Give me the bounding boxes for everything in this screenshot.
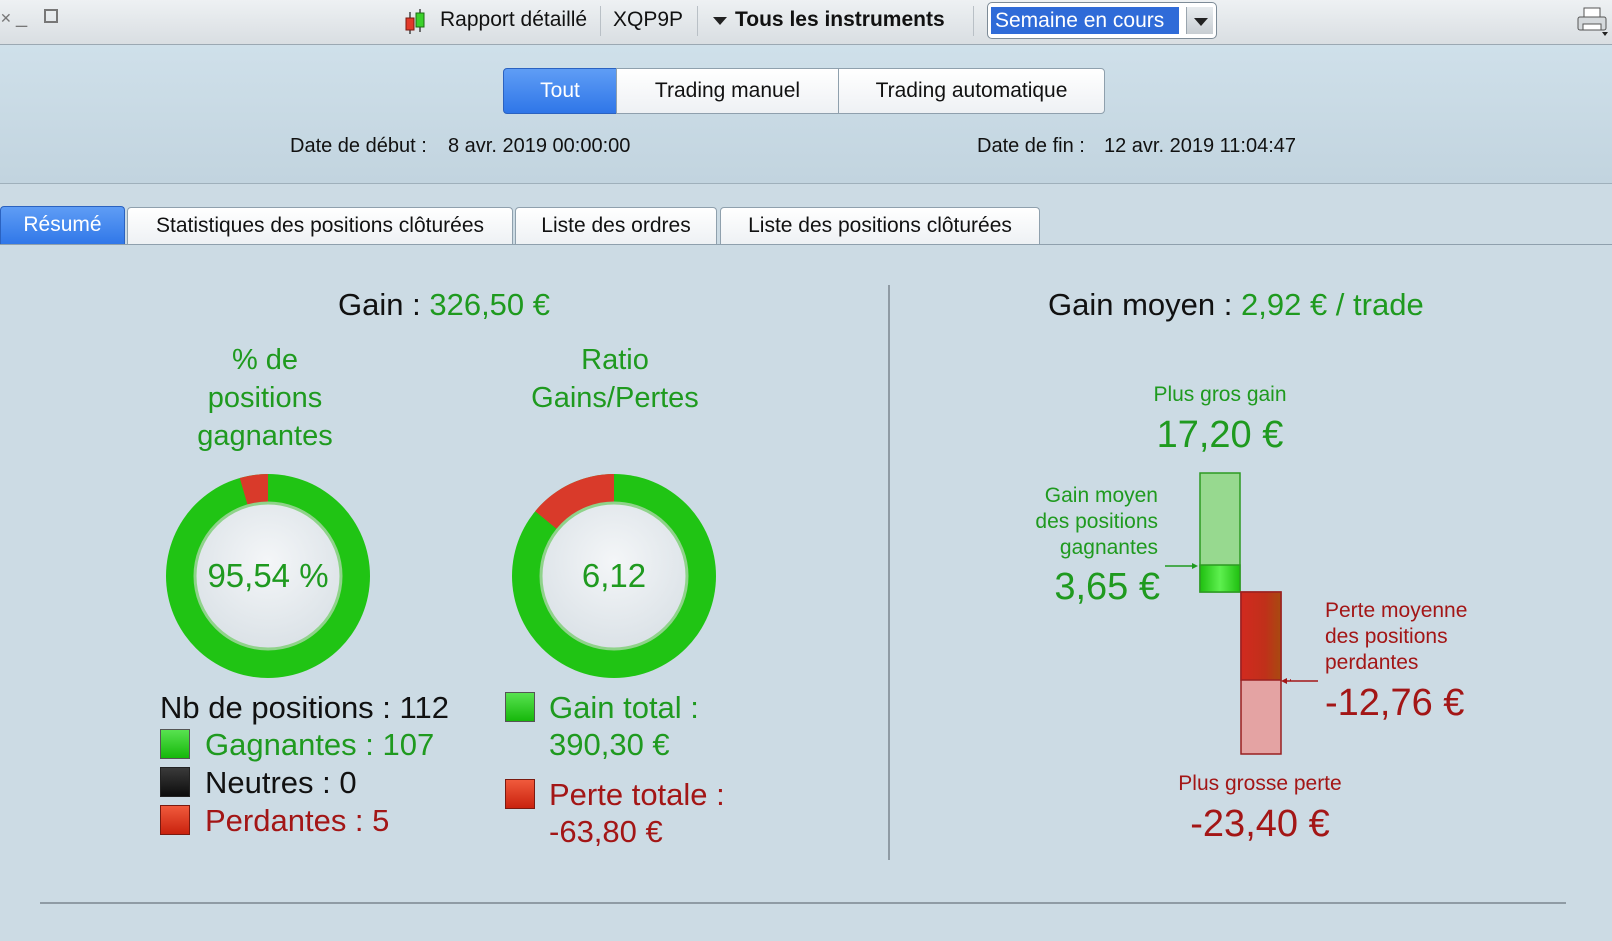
tab-closed-position-list[interactable]: Liste des positions clôturées bbox=[720, 207, 1040, 244]
avg-win-bar bbox=[1199, 564, 1241, 593]
tab-all[interactable]: Tout bbox=[503, 68, 617, 114]
biggest-loss-value: -23,40 € bbox=[1190, 803, 1330, 845]
biggest-gain-label: Plus gros gain bbox=[1153, 383, 1287, 406]
period-select[interactable]: Semaine en cours bbox=[987, 2, 1217, 39]
total-loss-label: Perte totale : bbox=[549, 777, 725, 812]
maximize-icon[interactable] bbox=[44, 9, 58, 23]
avg-loss-arrow-icon bbox=[1281, 678, 1318, 684]
avg-gain-value: 2,92 € / trade bbox=[1241, 287, 1424, 322]
neutral-swatch bbox=[160, 767, 190, 797]
avg-win-line1: Gain moyen bbox=[1044, 484, 1158, 507]
winrate-title-line2: positions bbox=[207, 382, 323, 414]
gain-loss-range-chart bbox=[1165, 472, 1291, 755]
avg-win-label: Gain moyen des positions gagnantes bbox=[990, 483, 1158, 561]
tab-closed-position-stats[interactable]: Statistiques des positions clôturées bbox=[127, 207, 513, 244]
avg-win-line3: gagnantes bbox=[1059, 536, 1158, 559]
period-value: Semaine en cours bbox=[991, 7, 1179, 34]
tab-manual-trading[interactable]: Trading manuel bbox=[616, 68, 839, 114]
losers-count: Perdantes : 5 bbox=[205, 803, 390, 838]
candlestick-icon bbox=[404, 8, 426, 36]
gain-value: 326,50 € bbox=[429, 287, 551, 322]
total-gain-label: Gain total : bbox=[549, 690, 699, 725]
report-button[interactable]: Rapport détaillé bbox=[440, 8, 587, 32]
avg-loss-label: Perte moyenne des positions perdantes bbox=[1325, 598, 1525, 676]
tab-automatic-trading[interactable]: Trading automatique bbox=[838, 68, 1105, 114]
chevron-down-icon[interactable] bbox=[1186, 7, 1213, 34]
avg-loss-line3: perdantes bbox=[1325, 651, 1419, 674]
avg-loss-line2: des positions bbox=[1325, 625, 1448, 648]
total-gain-value: 390,30 € bbox=[549, 727, 670, 762]
avg-gain-line: Gain moyen : 2,92 € / trade bbox=[1048, 287, 1424, 323]
winrate-value: 95,54 % bbox=[207, 557, 329, 594]
avg-gain-label: Gain moyen : bbox=[1048, 287, 1233, 322]
ratio-donut: 6,12 bbox=[511, 473, 717, 679]
instruments-dropdown[interactable]: Tous les instruments bbox=[735, 8, 945, 32]
losers-swatch bbox=[160, 805, 190, 835]
start-date-label: Date de début : bbox=[290, 135, 427, 157]
print-icon[interactable] bbox=[1576, 6, 1610, 38]
ratio-title: Ratio Gains/Pertes bbox=[500, 341, 730, 417]
neutral-count: Neutres : 0 bbox=[205, 765, 357, 800]
avg-win-value: 3,65 € bbox=[1054, 566, 1160, 608]
avg-loss-value: -12,76 € bbox=[1325, 682, 1465, 724]
gain-label: Gain : bbox=[338, 287, 421, 322]
winrate-title-line1: % de bbox=[231, 344, 299, 376]
total-loss-swatch bbox=[505, 779, 535, 809]
ratio-value: 6,12 bbox=[581, 557, 647, 594]
bottom-divider bbox=[40, 902, 1566, 904]
tab-summary[interactable]: Résumé bbox=[0, 206, 125, 245]
avg-loss-bar bbox=[1240, 591, 1282, 681]
biggest-gain-value: 17,20 € bbox=[1156, 414, 1284, 456]
vertical-divider bbox=[888, 285, 890, 860]
minimize-icon[interactable]: _ bbox=[16, 6, 27, 29]
gain-line: Gain : 326,50 € bbox=[338, 287, 550, 323]
ratio-title-line1: Ratio bbox=[581, 344, 649, 376]
biggest-loss-label: Plus grosse perte bbox=[1178, 772, 1342, 795]
winners-swatch bbox=[160, 729, 190, 759]
total-gain-swatch bbox=[505, 692, 535, 722]
winrate-title: % de positions gagnantes bbox=[160, 341, 370, 455]
winners-count: Gagnantes : 107 bbox=[205, 727, 435, 762]
nb-positions: Nb de positions : 112 bbox=[160, 690, 449, 725]
ratio-title-line2: Gains/Pertes bbox=[531, 382, 699, 414]
tab-order-list[interactable]: Liste des ordres bbox=[515, 207, 717, 244]
total-loss-value: -63,80 € bbox=[549, 814, 663, 849]
title-bar: ✕ _ Rapport détaillé XQP9P Tous les inst… bbox=[0, 0, 1612, 45]
header-area: Tout Trading manuel Trading automatique … bbox=[0, 45, 1612, 184]
end-date-label: Date de fin : bbox=[977, 135, 1085, 157]
avg-win-line2: des positions bbox=[1035, 510, 1158, 533]
close-icon[interactable]: ✕ bbox=[0, 10, 12, 27]
winrate-title-line3: gagnantes bbox=[197, 420, 333, 452]
caret-down-icon[interactable] bbox=[713, 17, 727, 25]
end-date-value: 12 avr. 2019 11:04:47 bbox=[1104, 135, 1297, 157]
start-date-value: 8 avr. 2019 00:00:00 bbox=[448, 135, 631, 157]
avg-loss-line1: Perte moyenne bbox=[1325, 599, 1468, 622]
account-label[interactable]: XQP9P bbox=[613, 8, 683, 32]
winrate-donut: 95,54 % bbox=[165, 473, 371, 679]
